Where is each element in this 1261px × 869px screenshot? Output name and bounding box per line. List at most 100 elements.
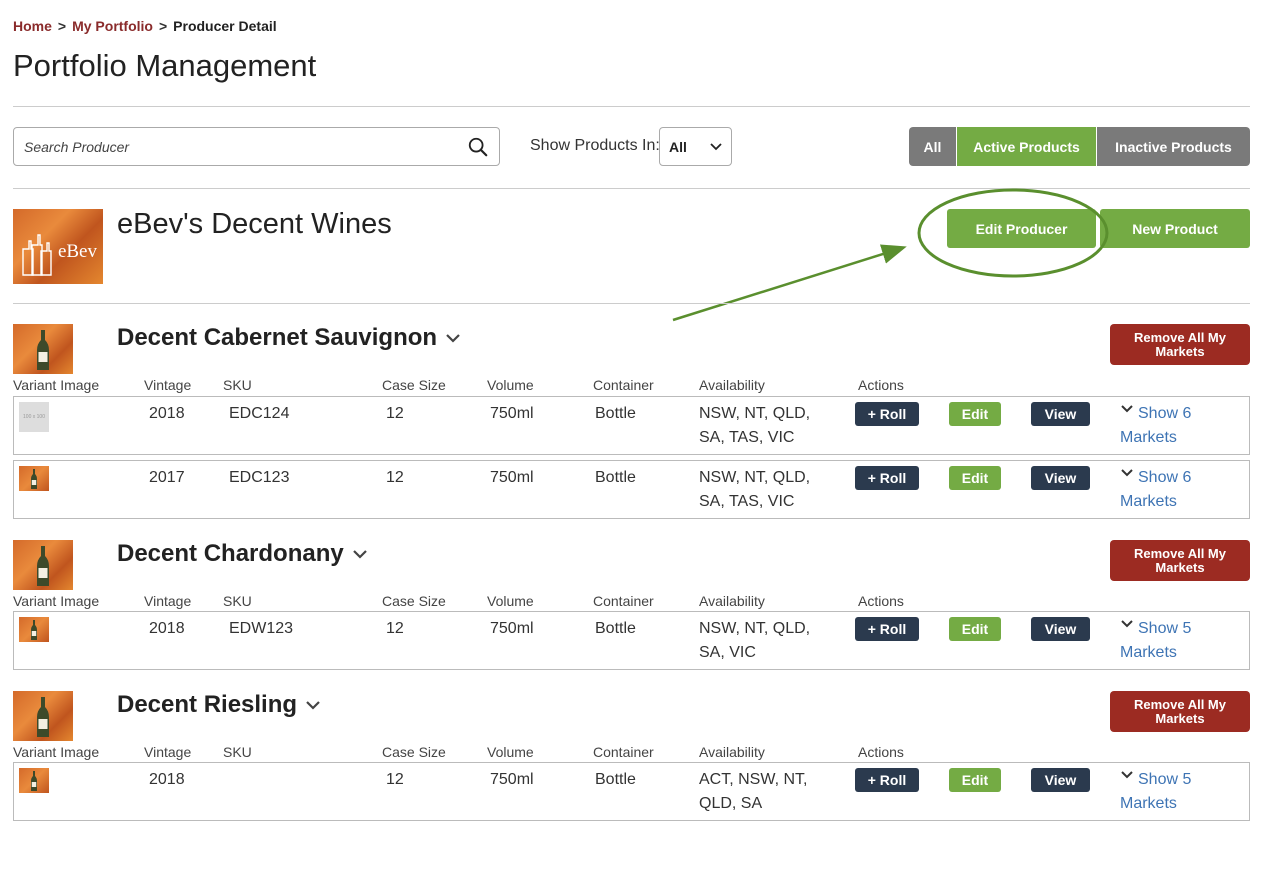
breadcrumb-home-link[interactable]: Home: [13, 18, 52, 34]
view-variant-button[interactable]: View: [1031, 466, 1090, 490]
product-title[interactable]: Decent Riesling: [117, 691, 321, 719]
variant-case-size: 12: [386, 771, 404, 788]
search-input[interactable]: [24, 138, 467, 155]
show-markets-link[interactable]: Show 5 Markets: [1120, 617, 1191, 665]
add-roll-button[interactable]: + Roll: [855, 617, 919, 641]
divider: [13, 188, 1250, 189]
filter-inactive-button[interactable]: Inactive Products: [1097, 127, 1250, 166]
product-name: Decent Chardonany: [117, 540, 344, 567]
chevron-down-icon[interactable]: [305, 700, 321, 710]
variant-availability: NSW, NT, QLD, SA, TAS, VIC: [699, 402, 810, 450]
add-roll-button[interactable]: + Roll: [855, 466, 919, 490]
view-variant-button[interactable]: View: [1031, 402, 1090, 426]
variant-sku: EDC123: [229, 469, 290, 486]
column-header-vintage: Vintage: [144, 377, 192, 393]
new-product-button[interactable]: New Product: [1100, 209, 1250, 248]
wine-bottle-icon: [37, 697, 49, 737]
add-roll-button[interactable]: + Roll: [855, 402, 919, 426]
highlight-arrow: [672, 244, 907, 322]
variant-container: Bottle: [595, 771, 636, 788]
column-header-variant-image: Variant Image: [13, 593, 100, 609]
column-header-availability: Availability: [699, 593, 765, 609]
variant-row: 100 x 100 2018 EDC124 12 750ml Bottle NSW, NT,…: [13, 396, 1250, 455]
product-name: Decent Riesling: [117, 691, 298, 718]
product-image: [13, 691, 73, 741]
filter-all-button[interactable]: All: [909, 127, 957, 166]
breadcrumb-current: Producer Detail: [173, 18, 277, 34]
remove-all-markets-button[interactable]: Remove All My Markets: [1110, 324, 1250, 365]
variant-availability: NSW, NT, QLD, SA, VIC: [699, 617, 810, 665]
remove-all-markets-button[interactable]: Remove All My Markets: [1110, 691, 1250, 732]
variant-vintage: 2018: [149, 620, 185, 637]
column-header-availability: Availability: [699, 744, 765, 760]
chevron-down-icon: [1121, 771, 1133, 779]
variant-vintage: 2017: [149, 469, 185, 486]
remove-all-markets-button[interactable]: Remove All My Markets: [1110, 540, 1250, 581]
producer-logo-text: eBev: [57, 241, 97, 262]
column-header-variant-image: Variant Image: [13, 744, 100, 760]
column-header-case-size: Case Size: [382, 593, 446, 609]
column-header-container: Container: [593, 593, 654, 609]
breadcrumb: Home > My Portfolio > Producer Detail: [13, 18, 277, 34]
edit-variant-button[interactable]: Edit: [949, 402, 1001, 426]
variant-volume: 750ml: [490, 405, 534, 422]
variant-volume: 750ml: [490, 771, 534, 788]
show-markets-count: Show 5: [1138, 771, 1192, 788]
edit-variant-button[interactable]: Edit: [949, 617, 1001, 641]
variant-case-size: 12: [386, 469, 404, 486]
column-header-actions: Actions: [858, 377, 904, 393]
markets-word: Markets: [1120, 429, 1177, 446]
show-markets-count: Show 6: [1138, 405, 1192, 422]
variant-volume: 750ml: [490, 469, 534, 486]
chevron-down-icon: [1121, 620, 1133, 628]
view-variant-button[interactable]: View: [1031, 617, 1090, 641]
chevron-down-icon: [710, 142, 722, 150]
column-header-availability: Availability: [699, 377, 765, 393]
show-markets-line: Show 6: [1120, 402, 1191, 426]
column-header-case-size: Case Size: [382, 377, 446, 393]
show-markets-count: Show 5: [1138, 620, 1192, 637]
chevron-down-icon[interactable]: [445, 333, 461, 343]
show-markets-link[interactable]: Show 5 Markets: [1120, 768, 1191, 816]
variant-vintage: 2018: [149, 405, 185, 422]
availability-line: SA, VIC: [699, 644, 756, 661]
column-header-sku: SKU: [223, 744, 252, 760]
show-markets-link[interactable]: Show 6 Markets: [1120, 402, 1191, 450]
variant-image: [19, 466, 49, 491]
column-header-actions: Actions: [858, 744, 904, 760]
chevron-down-icon: [1121, 469, 1133, 477]
variant-image-placeholder: 100 x 100: [19, 402, 49, 432]
breadcrumb-separator: >: [158, 18, 168, 34]
variant-sku: EDC124: [229, 405, 290, 422]
column-header-sku: SKU: [223, 377, 252, 393]
availability-line: QLD, SA: [699, 795, 763, 812]
breadcrumb-portfolio-link[interactable]: My Portfolio: [72, 18, 153, 34]
column-header-sku: SKU: [223, 593, 252, 609]
edit-producer-button[interactable]: Edit Producer: [947, 209, 1096, 248]
column-header-container: Container: [593, 744, 654, 760]
search-icon[interactable]: [467, 136, 489, 158]
product-title[interactable]: Decent Chardonany: [117, 540, 368, 568]
show-products-select[interactable]: All: [659, 127, 732, 166]
availability-line: NSW, NT, QLD,: [699, 405, 811, 422]
filter-active-button[interactable]: Active Products: [957, 127, 1097, 166]
producer-logo: eBev: [13, 209, 103, 284]
show-products-value: All: [669, 138, 687, 155]
chevron-down-icon[interactable]: [352, 549, 368, 559]
wine-bottle-icon: [31, 469, 37, 489]
chevron-down-icon: [1121, 405, 1133, 413]
variant-vintage: 2018: [149, 771, 185, 788]
show-markets-link[interactable]: Show 6 Markets: [1120, 466, 1191, 514]
column-header-vintage: Vintage: [144, 593, 192, 609]
wine-bottle-icon: [37, 330, 49, 370]
page-title: Portfolio Management: [13, 48, 317, 83]
add-roll-button[interactable]: + Roll: [855, 768, 919, 792]
edit-variant-button[interactable]: Edit: [949, 466, 1001, 490]
product-title[interactable]: Decent Cabernet Sauvignon: [117, 324, 461, 352]
variant-container: Bottle: [595, 469, 636, 486]
edit-variant-button[interactable]: Edit: [949, 768, 1001, 792]
column-header-case-size: Case Size: [382, 744, 446, 760]
show-products-label: Show Products In:: [530, 137, 660, 154]
view-variant-button[interactable]: View: [1031, 768, 1090, 792]
product-filter-group: All Active Products Inactive Products: [909, 127, 1250, 166]
